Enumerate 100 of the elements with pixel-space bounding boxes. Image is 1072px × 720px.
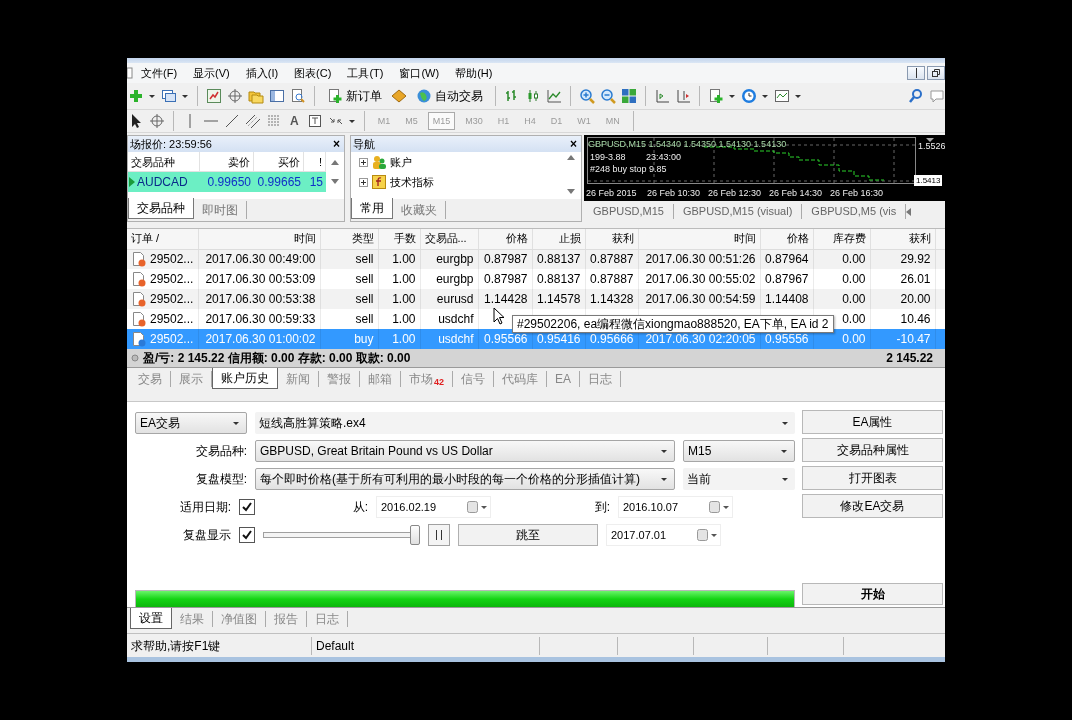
text-tool-button[interactable]: A [287,114,302,128]
search-icon[interactable] [908,88,924,104]
calendar-icon[interactable] [696,528,718,542]
zoom-in-icon[interactable] [579,88,595,104]
skip-to-button[interactable]: 跳至 [458,524,598,546]
close-button[interactable]: × [333,138,340,150]
mode-select[interactable]: EA交易 [135,412,247,434]
panel-tab[interactable]: 常用 [351,198,393,219]
panel-tab[interactable]: 收藏夹 [393,201,446,219]
chart-tab[interactable]: GBPUSD,M15 [584,204,674,219]
terminal-tab[interactable]: 账户历史 [212,368,278,389]
windows-icon[interactable] [161,88,177,104]
field-label: 复盘模型: [194,470,247,488]
expand-icon[interactable] [359,157,368,167]
autoscroll-icon[interactable] [675,88,691,104]
checkbox[interactable] [239,499,255,515]
column-header[interactable]: 时间 [638,229,760,249]
column-header[interactable]: 止损 [532,229,585,249]
tree-item[interactable]: 账户 [390,154,412,170]
side-button[interactable]: 交易品种属性 [802,438,943,462]
chart-shift-icon[interactable] [654,88,670,104]
column-header[interactable]: 获利 [870,229,935,249]
scroll-down-icon[interactable] [331,179,339,185]
pause-button[interactable] [428,524,450,546]
date-field[interactable]: 2016.02.19 [376,496,491,518]
column-header[interactable]: 手数 [378,229,420,249]
scroll-up-icon[interactable] [567,154,575,160]
channel-icon[interactable] [245,113,261,129]
line-chart-icon[interactable] [546,88,562,104]
panel-tab[interactable]: 交易品种 [128,198,194,219]
order-number: 29502... [150,272,194,286]
expand-icon[interactable] [359,177,368,187]
crosshair-icon[interactable] [149,113,165,129]
column-header[interactable]: 获利 [585,229,638,249]
menu-item[interactable]: 图表(C) [286,65,340,81]
text-label-icon[interactable] [306,113,323,129]
side-button[interactable]: 打开图表 [802,466,943,490]
period-select[interactable]: M15 [683,440,795,462]
column-header[interactable]: 订单 / [127,229,198,249]
start-button[interactable]: 开始 [802,583,943,605]
auto-trading-button[interactable]: 自动交易 [412,85,487,107]
slider-thumb[interactable] [410,525,420,545]
chart-tab[interactable]: GBPUSD,M15 (visual) [673,204,803,219]
expert-select[interactable]: 短线高胜算策略.ex4 [255,412,795,434]
quote-row[interactable]: AUDCAD 0.99650 0.99665 15 [128,172,326,192]
menu-item[interactable]: 工具(T) [339,65,392,81]
chart-window-icon[interactable] [206,88,222,104]
crosshair-icon[interactable] [227,88,243,104]
scroll-down-icon[interactable] [567,189,575,195]
menu-item[interactable]: 文件(F) [133,65,186,81]
bid-cell-text: 0.99650 [206,175,252,189]
column-header[interactable]: 价格 [478,229,532,249]
column-header[interactable]: 类型 [320,229,378,249]
speed-slider[interactable] [263,524,420,546]
side-button[interactable]: 修改EA交易 [802,494,943,518]
order-row[interactable]: 29502... 2017.06.30 00:53:38 sell 1.00 eurusd 1.14428 1.14578 1.14328 2017.06.30 00:54:59 1.14408 0.00 20.00 [127,289,945,309]
template-icon[interactable] [774,88,790,104]
column-header[interactable]: 时间 [198,229,320,249]
menu-item[interactable]: 窗口(W) [391,65,448,81]
clock-icon[interactable] [741,88,757,104]
date-field[interactable]: 2017.07.01 [606,524,721,546]
panel-tab[interactable]: 即时图 [194,201,247,219]
spread-select[interactable]: 当前 [683,468,795,490]
price-label: 1.5413 [914,175,943,186]
column-header[interactable]: 交易品... [420,229,478,249]
symbol-select[interactable]: GBPUSD, Great Britain Pound vs US Dollar [255,440,675,462]
plus-icon[interactable] [128,88,144,104]
panel-icon[interactable] [269,88,285,104]
zoom-out-icon[interactable] [600,88,616,104]
time-label: 26 Feb 14:30 [769,189,823,198]
scroll-left-icon[interactable] [906,207,913,216]
menu-item[interactable]: 显示(V) [185,65,238,81]
document-plus-icon[interactable] [708,88,724,104]
model-select[interactable]: 每个即时价格(基于所有可利用的最小时段的每一个价格的分形插值计算) [255,468,675,490]
calendar-icon[interactable] [466,500,488,514]
panel-title: 导航 [353,136,375,152]
minimize-button[interactable] [907,66,925,80]
tiles-icon[interactable] [621,88,637,104]
restore-icon [932,69,940,77]
diamond-icon[interactable] [391,88,407,104]
column-header[interactable]: 库存费 [813,229,870,249]
chart-tab[interactable]: GBPUSD,M5 (vis [802,204,907,219]
trend-line-icon[interactable] [224,113,240,129]
folders-icon[interactable] [248,88,264,104]
menu-item[interactable]: 插入(I) [237,65,287,81]
menu-item[interactable]: 帮助(H) [447,65,501,81]
order-row[interactable]: 29502... 2017.06.30 00:49:00 sell 1.00 eurgbp 0.87987 0.88137 0.87887 2017.06.30 00:51:26 0.87964 0.00 29.92 [127,249,945,269]
date-field[interactable]: 2016.10.07 [618,496,733,518]
document-magnifier-icon[interactable] [290,88,306,104]
close-button[interactable]: × [570,138,577,150]
restore-button[interactable] [927,66,945,80]
tree-item[interactable]: 技术指标 [390,174,434,190]
new-order-button[interactable]: 新订单 [323,85,386,107]
scroll-up-icon[interactable] [331,159,339,165]
side-button[interactable]: EA属性 [802,410,943,434]
tester-tab[interactable]: 设置 [130,608,172,629]
calendar-icon[interactable] [708,500,730,514]
checkbox[interactable] [239,527,255,543]
order-row[interactable]: 29502... 2017.06.30 00:53:09 sell 1.00 eurgbp 0.87987 0.88137 0.87887 2017.06.30 00:55:02 0.87967 0.00 26.01 [127,269,945,289]
column-header[interactable]: 价格 [760,229,813,249]
